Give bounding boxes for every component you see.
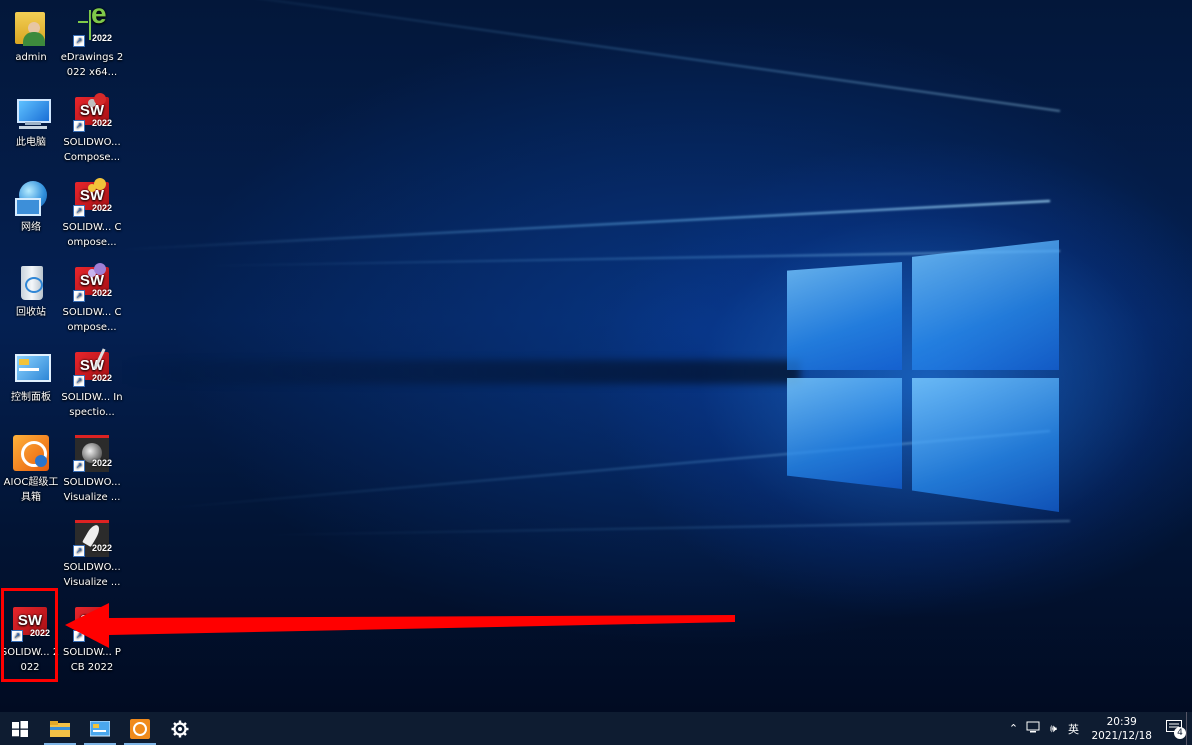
version-badge: 2022 <box>91 33 112 43</box>
windows-logo-pane-br <box>912 378 1059 512</box>
windows-logo-icon <box>12 720 28 737</box>
taskbar-control-panel[interactable] <box>80 712 120 745</box>
taskbar-settings[interactable] <box>160 712 200 745</box>
chevron-up-icon[interactable]: ⌃ <box>1004 722 1022 735</box>
solidworks-composer-icon: SW 2022 ↗ <box>72 178 112 218</box>
desktop-icon-label: SOLIDW... Compose... <box>62 307 122 333</box>
version-badge: 2022 <box>91 373 112 383</box>
version-badge: 2022 <box>91 203 112 213</box>
folder-icon <box>50 720 70 737</box>
desktop-icon-label: admin <box>15 52 47 63</box>
shortcut-arrow-icon: ↗ <box>73 120 85 132</box>
taskbar: ⌃ 🕪 英 20:39 2021/12/18 4 <box>0 712 1192 745</box>
clock-time: 20:39 <box>1106 715 1137 728</box>
computer-icon <box>11 93 51 133</box>
shortcut-arrow-icon: ↗ <box>73 545 85 557</box>
desktop-icon-label: eDrawings 2022 x64... <box>60 52 124 78</box>
desktop-icon-aioc-toolbox[interactable]: AIOC超级工具箱 <box>0 433 63 505</box>
version-badge: 2022 <box>91 458 112 468</box>
notification-center-icon[interactable]: 4 <box>1163 720 1186 739</box>
volume-icon[interactable]: 🕪 <box>1044 722 1062 736</box>
desktop-icon-label: 控制面板 <box>11 392 51 403</box>
desktop-wallpaper: admin 此电脑 网络 回收站 控制面板 AIOC超级工具箱 e 2022 ↗… <box>0 0 1192 712</box>
system-tray: ⌃ 🕪 英 20:39 2021/12/18 4 <box>1003 712 1192 745</box>
desktop-icon-sw-inspection[interactable]: SW 2022 ↗ SOLIDW... Inspectio... <box>60 348 124 420</box>
desktop-icon-control-panel[interactable]: 控制面板 <box>0 348 63 405</box>
highlight-box <box>1 588 58 682</box>
desktop-icon-label: SOLIDWO... Visualize ... <box>63 477 121 503</box>
solidworks-visualize-icon: 2022 ↗ <box>72 433 112 473</box>
shortcut-arrow-icon: ↗ <box>73 290 85 302</box>
solidworks-visualize-boost-icon: 2022 ↗ <box>72 518 112 558</box>
show-desktop-button[interactable] <box>1186 712 1192 745</box>
version-badge: 2022 <box>91 118 112 128</box>
desktop-icon-label: SOLIDW... Inspectio... <box>61 392 123 418</box>
shortcut-arrow-icon: ↗ <box>73 375 85 387</box>
aioc-toolbox-icon <box>11 433 51 473</box>
taskbar-aioc-toolbox[interactable] <box>120 712 160 745</box>
start-button[interactable] <box>0 712 40 745</box>
windows-logo-pane-tr <box>912 240 1059 370</box>
red-arrow-annotation <box>65 603 735 648</box>
desktop-icon-label: SOLIDW... PCB 2022 <box>63 647 121 673</box>
desktop-icon-label: SOLIDWO... Visualize ... <box>63 562 121 588</box>
version-badge: 2022 <box>91 543 112 553</box>
control-panel-icon <box>11 348 51 388</box>
version-badge: 2022 <box>91 288 112 298</box>
desktop-icon-sw-visualize-1[interactable]: 2022 ↗ SOLIDWO... Visualize ... <box>60 433 124 505</box>
user-folder-icon <box>11 8 51 48</box>
taskbar-file-explorer[interactable] <box>40 712 80 745</box>
notification-count-badge: 4 <box>1174 727 1186 739</box>
shortcut-arrow-icon: ↗ <box>73 460 85 472</box>
solidworks-composer-icon: SW 2022 ↗ <box>72 93 112 133</box>
desktop-icon-sw-visualize-2[interactable]: 2022 ↗ SOLIDWO... Visualize ... <box>60 518 124 590</box>
desktop-icon-label: 网络 <box>21 222 41 233</box>
desktop-icon-sw-composer-1[interactable]: SW 2022 ↗ SOLIDWO... Compose... <box>60 93 124 165</box>
gear-icon <box>171 720 189 737</box>
desktop-icon-edrawings[interactable]: e 2022 ↗ eDrawings 2022 x64... <box>60 0 124 80</box>
clock[interactable]: 20:39 2021/12/18 <box>1091 715 1152 743</box>
desktop-icon-this-pc[interactable]: 此电脑 <box>0 93 63 150</box>
shortcut-arrow-icon: ↗ <box>73 35 85 47</box>
solidworks-composer-icon: SW 2022 ↗ <box>72 263 112 303</box>
input-method-indicator[interactable]: 英 <box>1064 721 1082 737</box>
network-icon[interactable] <box>1024 721 1042 736</box>
desktop-icon-network[interactable]: 网络 <box>0 178 63 235</box>
aioc-toolbox-icon <box>130 718 150 739</box>
desktop-icon-recycle-bin[interactable]: 回收站 <box>0 263 63 320</box>
recycle-bin-icon <box>11 263 51 303</box>
desktop-icon-sw-composer-3[interactable]: SW 2022 ↗ SOLIDW... Compose... <box>60 263 124 335</box>
windows-logo-pane-tl <box>787 262 902 370</box>
desktop-icon-sw-composer-2[interactable]: SW 2022 ↗ SOLIDW... Compose... <box>60 178 124 250</box>
shortcut-arrow-icon: ↗ <box>73 205 85 217</box>
desktop-icon-label: 此电脑 <box>16 137 46 148</box>
desktop-icon-label: AIOC超级工具箱 <box>3 477 59 503</box>
desktop-icon-label: SOLIDWO... Compose... <box>63 137 121 163</box>
network-globe-icon <box>11 178 51 218</box>
desktop-icon-label: 回收站 <box>16 307 46 318</box>
solidworks-inspection-icon: SW 2022 ↗ <box>72 348 112 388</box>
desktop-icon-label: SOLIDW... Compose... <box>62 222 122 248</box>
clock-date: 2021/12/18 <box>1091 729 1152 742</box>
edrawings-icon: e 2022 ↗ <box>72 0 112 48</box>
control-panel-icon <box>90 720 110 736</box>
windows-logo-pane-bl <box>787 378 902 489</box>
desktop-icon-admin[interactable]: admin <box>0 8 63 65</box>
